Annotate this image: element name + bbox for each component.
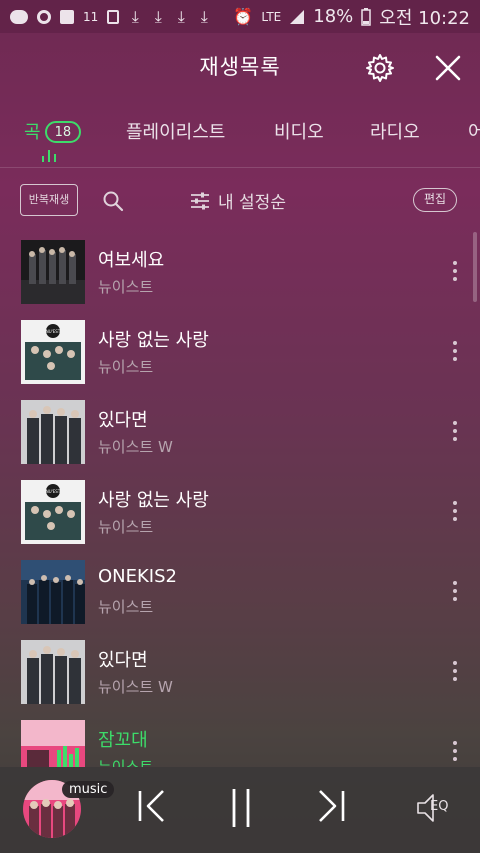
screenshot-notification-icon [107,9,120,24]
music-tag: music [62,781,115,798]
battery-icon [361,7,372,26]
list-toolbar: 반복재생 내 설정순 편집 [0,180,480,224]
pause-icon[interactable] [226,787,256,829]
download-icon: ⤓ [131,6,139,26]
scrollbar[interactable] [473,232,477,302]
song-row[interactable]: 여보세요 뉴이스트 [0,232,480,312]
song-row[interactable]: NU'EST 사랑 없는 사랑 뉴이스트 [0,472,480,552]
svg-text:NU'EST: NU'EST [46,329,61,334]
album-art: NU'EST [21,320,85,384]
song-artist: 뉴이스트 W [98,438,173,456]
song-title: 있다면 [98,650,148,671]
more-options-icon[interactable] [448,580,462,602]
more-options-icon[interactable] [448,500,462,522]
more-options-icon[interactable] [448,420,462,442]
eq-label[interactable]: EQ [430,799,448,814]
song-title: 사랑 없는 사랑 [98,330,209,351]
song-title: 여보세요 [98,250,165,271]
more-options-icon[interactable] [448,340,462,362]
song-artist: 뉴이스트 [98,358,154,376]
download-icon: ⤓ [200,6,208,26]
memo-notification-icon [60,9,74,24]
song-artist: 뉴이스트 [98,598,154,616]
album-art [21,240,85,304]
app-notification-icon [37,9,51,24]
edit-button[interactable]: 편집 [413,188,457,212]
tab-more[interactable]: 어 [468,118,480,144]
download-icon: ⤓ [154,6,162,26]
page-title: 재생목록 [199,55,281,79]
album-art [21,400,85,464]
gear-icon[interactable] [365,53,395,83]
album-art [21,720,85,767]
download-icon: ⤓ [177,6,185,26]
signal-icon [290,9,305,24]
song-title: 잠꼬대 [98,730,148,751]
song-title: ONEKIS2 [98,566,177,587]
tab-songs[interactable]: 곡 18 [24,118,82,144]
next-track-icon[interactable] [316,789,346,823]
song-artist: 뉴이스트 [98,758,154,767]
album-art [21,560,85,624]
sort-button[interactable]: 내 설정순 [190,188,286,213]
tab-video[interactable]: 비디오 [274,118,324,144]
song-title: 있다면 [98,410,148,431]
status-bar: 11 ⤓ ⤓ ⤓ ⤓ ⏰ LTE 18% 오전 10:22 [0,0,480,33]
album-art: NU'EST [21,480,85,544]
tab-playlist[interactable]: 플레이리스트 [126,118,225,144]
sort-sliders-icon [191,192,209,209]
search-icon[interactable] [102,190,124,212]
nfc-indicator: 11 [83,9,99,24]
repeat-button[interactable]: 반복재생 [20,184,78,216]
tab-bar: 곡 18 플레이리스트 비디오 라디오 어 [0,110,480,168]
header: 재생목록 [0,33,480,103]
mini-player: music EQ [0,767,480,853]
tab-label: 곡 [24,122,41,143]
clock: 오전 10:22 [379,7,470,29]
close-icon[interactable] [433,53,463,83]
song-artist: 뉴이스트 [98,518,154,536]
alarm-icon: ⏰ [233,7,254,26]
now-playing-equalizer-icon [42,150,60,162]
song-row[interactable]: ONEKIS2 뉴이스트 [0,552,480,632]
song-list: 여보세요 뉴이스트 NU'EST 사랑 없는 사랑 뉴이스트 있다면 뉴이스트 … [0,232,480,767]
battery-percent: 18% [313,6,354,27]
chat-notification-icon [10,9,28,24]
song-artist: 뉴이스트 W [98,678,173,696]
tab-radio[interactable]: 라디오 [370,118,420,144]
svg-text:NU'EST: NU'EST [46,489,61,494]
more-options-icon[interactable] [448,740,462,762]
more-options-icon[interactable] [448,260,462,282]
sort-label: 내 설정순 [218,193,286,213]
song-artist: 뉴이스트 [98,278,154,296]
song-count-badge: 18 [44,121,82,143]
song-row[interactable]: 있다면 뉴이스트 W [0,632,480,712]
more-options-icon[interactable] [448,660,462,682]
previous-track-icon[interactable] [137,789,167,823]
song-row[interactable]: NU'EST 사랑 없는 사랑 뉴이스트 [0,312,480,392]
song-row-now-playing[interactable]: 잠꼬대 뉴이스트 [0,712,480,767]
song-row[interactable]: 있다면 뉴이스트 W [0,392,480,472]
network-type: LTE [261,9,282,24]
album-art [21,640,85,704]
song-title: 사랑 없는 사랑 [98,490,209,511]
